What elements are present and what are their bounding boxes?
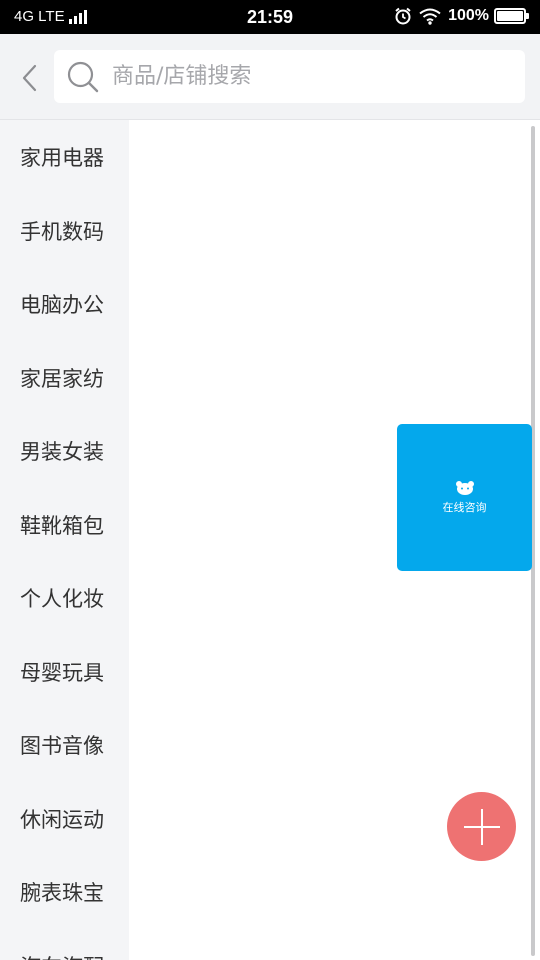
category-item[interactable]: 汽车汽配: [0, 929, 129, 960]
search-icon: [66, 60, 100, 94]
search-input[interactable]: [110, 63, 494, 90]
category-item[interactable]: 家用电器: [0, 120, 129, 194]
category-item[interactable]: 电脑办公: [0, 268, 129, 342]
search-box[interactable]: [54, 50, 525, 103]
app-root: 4G LTE 21:59 100% 商品/店铺搜索 家用电器 手机数码 电脑办公…: [0, 0, 540, 960]
online-consult-label: 在线咨询: [442, 501, 487, 514]
category-item[interactable]: 腕表珠宝: [0, 856, 129, 930]
chat-bear-icon: [455, 481, 474, 495]
chevron-left-icon: [22, 64, 37, 92]
category-item[interactable]: 男装女装: [0, 415, 129, 489]
status-bar: 4G LTE 21:59 100%: [0, 0, 540, 34]
category-item[interactable]: 图书音像: [0, 709, 129, 783]
back-button[interactable]: [10, 56, 48, 100]
category-item[interactable]: 鞋靴箱包: [0, 488, 129, 562]
plus-icon: [463, 808, 500, 845]
battery-percent: 100%: [448, 7, 489, 24]
category-item[interactable]: 家居家纺: [0, 341, 129, 415]
category-sidebar: 家用电器 手机数码 电脑办公 家居家纺 男装女装 鞋靴箱包 个人化妆 母婴玩具 …: [0, 120, 129, 960]
status-right: 100%: [394, 7, 529, 25]
category-item[interactable]: 休闲运动: [0, 782, 129, 856]
category-item[interactable]: 母婴玩具: [0, 635, 129, 709]
category-item[interactable]: 个人化妆: [0, 562, 129, 636]
battery-icon: [494, 8, 529, 24]
header: [0, 34, 540, 120]
online-consult-button[interactable]: 在线咨询: [397, 424, 532, 571]
add-fab-button[interactable]: [447, 792, 516, 861]
alarm-icon: [395, 7, 411, 25]
wifi-icon: [419, 8, 441, 25]
category-item[interactable]: 手机数码: [0, 194, 129, 268]
